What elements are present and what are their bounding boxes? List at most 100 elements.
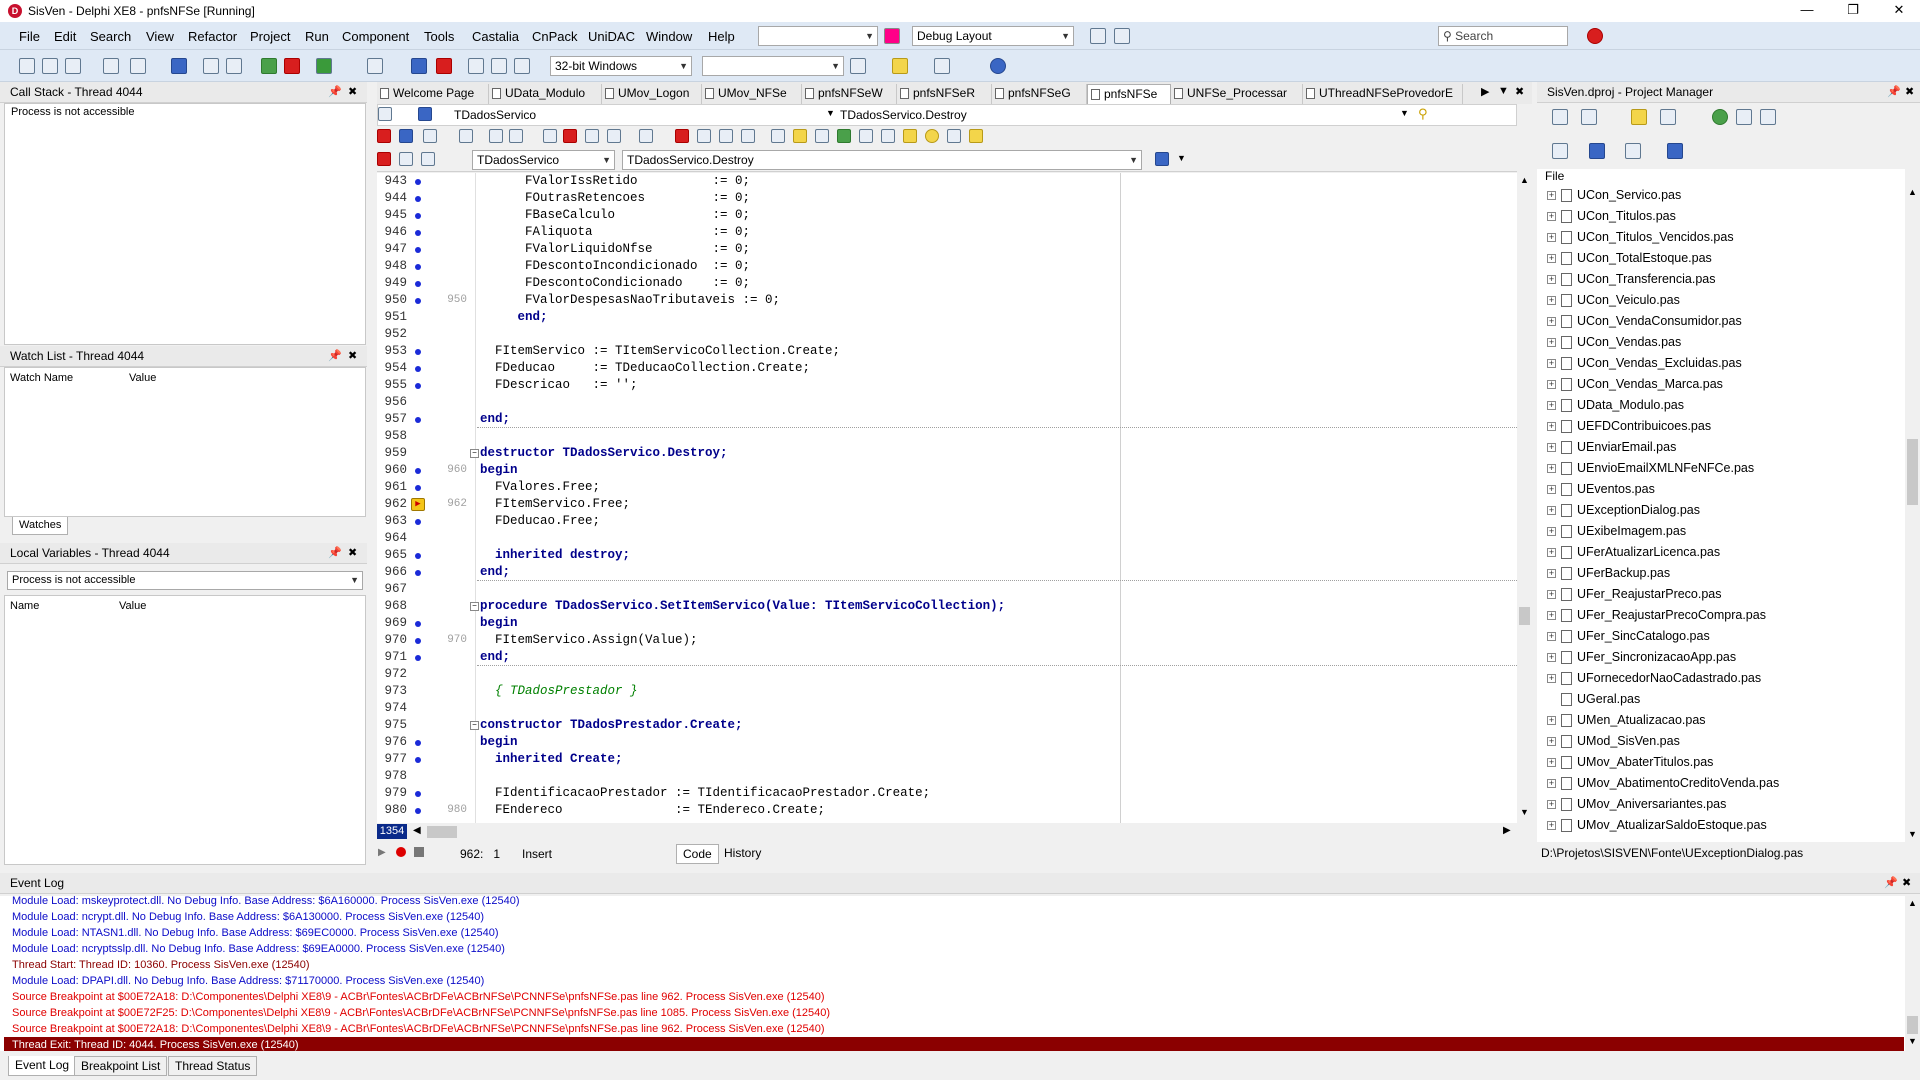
value-column[interactable]: Value <box>119 600 146 612</box>
tools-icon[interactable] <box>859 129 873 143</box>
step-icon[interactable] <box>697 129 711 143</box>
pin-icon[interactable]: 📌 <box>328 543 342 564</box>
app-icon[interactable]: D <box>8 4 22 18</box>
breakpoint-dot-icon[interactable] <box>415 570 421 576</box>
menu-tools[interactable]: Tools <box>424 29 454 44</box>
tree-item[interactable]: + UMov_AtualizarSaldoEstoque.pas <box>1537 815 1877 836</box>
stop-icon[interactable] <box>675 129 689 143</box>
breakpoint-dot-icon[interactable] <box>415 468 421 474</box>
code-line[interactable]: 945 FBaseCalculo := 0; <box>377 207 1517 224</box>
search-input[interactable]: ⚲ Search <box>1438 26 1568 46</box>
stop-icon[interactable] <box>414 847 424 857</box>
refresh-icon[interactable] <box>1712 109 1728 125</box>
expand-icon[interactable]: + <box>1547 275 1556 284</box>
options-icon[interactable] <box>1667 143 1683 159</box>
tree-item[interactable]: + UFornecedorNaoCadastrado.pas <box>1537 668 1877 689</box>
breakpoint-dot-icon[interactable] <box>415 621 421 627</box>
code-line[interactable]: 948 FDescontoIncondicionado := 0; <box>377 258 1517 275</box>
fold-toggle-icon[interactable]: − <box>470 449 479 458</box>
chevron-down-icon[interactable]: ▼ <box>826 108 835 118</box>
tree-scrollbar[interactable]: ▲ ▼ <box>1905 169 1920 842</box>
expand-icon[interactable]: + <box>1547 590 1556 599</box>
editor-horizontal-scrollbar[interactable]: 1354 ◀ ▶ <box>377 823 1532 841</box>
tree-item[interactable]: + UFer_ReajustarPreco.pas <box>1537 584 1877 605</box>
watch-list-panel[interactable]: Watch Name Value <box>4 367 366 517</box>
bookmark-icon[interactable] <box>771 129 785 143</box>
breakpoint-dot-icon[interactable] <box>415 485 421 491</box>
breakpoint-dot-icon[interactable] <box>415 791 421 797</box>
tab-event-log[interactable]: Event Log <box>8 1056 77 1076</box>
run-icon[interactable] <box>316 58 332 74</box>
code-line[interactable]: 978 <box>377 768 1517 785</box>
expand-icon[interactable]: + <box>1547 191 1556 200</box>
chevron-down-icon[interactable]: ▼ <box>1520 807 1529 817</box>
tree-item[interactable]: + UCon_Veiculo.pas <box>1537 290 1877 311</box>
save-all-icon[interactable] <box>509 129 523 143</box>
breakpoint-dot-icon[interactable] <box>415 757 421 763</box>
scope-method[interactable]: TDadosServico.Destroy <box>840 108 967 122</box>
reset-icon[interactable] <box>436 58 452 74</box>
tree-item[interactable]: + UMod_SisVen.pas <box>1537 731 1877 752</box>
code-line[interactable]: 972 <box>377 666 1517 683</box>
expand-icon[interactable]: + <box>1547 380 1556 389</box>
fold-toggle-icon[interactable]: − <box>470 721 479 730</box>
breakpoint-dot-icon[interactable] <box>415 247 421 253</box>
breakpoint-dot-icon[interactable] <box>415 196 421 202</box>
chevron-left-icon[interactable]: ◀ <box>413 825 421 836</box>
menu-help[interactable]: Help <box>708 29 735 44</box>
scroll-thumb[interactable] <box>1907 1016 1918 1034</box>
menu-view[interactable]: View <box>146 29 174 44</box>
debug-desktop-icon[interactable] <box>1114 28 1130 44</box>
code-line[interactable]: 943 FValorIssRetido := 0; <box>377 173 1517 190</box>
tree-item[interactable]: + UExibeImagem.pas <box>1537 521 1877 542</box>
open-project-icon[interactable] <box>130 58 146 74</box>
step-icon[interactable] <box>719 129 733 143</box>
expand-icon[interactable]: + <box>1547 821 1556 830</box>
chevron-up-icon[interactable]: ▲ <box>1908 187 1917 197</box>
expand-icon[interactable]: + <box>1547 296 1556 305</box>
expand-icon[interactable]: + <box>1547 569 1556 578</box>
close-icon[interactable]: ✖ <box>1905 82 1914 103</box>
tree-item[interactable]: + UFer_SincCatalogo.pas <box>1537 626 1877 647</box>
log-row[interactable]: Source Breakpoint at $00E72A18: D:\Compo… <box>12 989 825 1005</box>
code-editor[interactable]: 943 FValorIssRetido := 0; 944 FOutrasRete… <box>377 173 1517 823</box>
code-line[interactable]: 951 end; <box>377 309 1517 326</box>
remove-icon[interactable] <box>563 129 577 143</box>
watch-name-column[interactable]: Watch Name <box>10 372 73 384</box>
breakpoint-dot-icon[interactable] <box>415 638 421 644</box>
project-tree[interactable]: File + UCon_Servico.pas + UCon_Titulos.pas +… <box>1537 169 1905 842</box>
code-line[interactable]: 980 980 FEndereco := TEndereco.Create; <box>377 802 1517 819</box>
chevron-down-icon[interactable]: ▼ <box>1177 153 1186 163</box>
code-line[interactable]: 966 end; <box>377 564 1517 581</box>
code-line[interactable]: 977 inherited Create; <box>377 751 1517 768</box>
expand-icon[interactable]: + <box>1547 611 1556 620</box>
expand-icon[interactable]: + <box>1547 233 1556 242</box>
code-line[interactable]: 958 <box>377 428 1517 445</box>
expand-icon[interactable]: + <box>1547 212 1556 221</box>
chevron-up-icon[interactable]: ▲ <box>1520 175 1529 185</box>
breakpoint-dot-icon[interactable] <box>415 179 421 185</box>
scroll-thumb[interactable] <box>427 826 457 838</box>
expand-icon[interactable]: + <box>1547 779 1556 788</box>
menu-castalia[interactable]: Castalia <box>472 29 519 44</box>
tree-item[interactable]: + UMen_Atualizacao.pas <box>1537 710 1877 731</box>
menu-unidac[interactable]: UniDAC <box>588 29 635 44</box>
tab-udata-modulo[interactable]: UData_Modulo <box>489 84 602 104</box>
tree-item[interactable]: + UFer_SincronizacaoApp.pas <box>1537 647 1877 668</box>
search-icon[interactable]: ⚲ <box>1418 106 1428 122</box>
breakpoint-dot-icon[interactable] <box>415 655 421 661</box>
code-line[interactable]: 965 inherited destroy; <box>377 547 1517 564</box>
expand-icon[interactable]: + <box>1547 632 1556 641</box>
code-line[interactable]: 960 960 begin <box>377 462 1517 479</box>
expand-icon[interactable]: + <box>1547 464 1556 473</box>
tree-item[interactable]: + UCon_Titulos.pas <box>1537 206 1877 227</box>
tab-history[interactable]: History <box>718 844 767 864</box>
folder-icon[interactable] <box>1631 109 1647 125</box>
tree-item[interactable]: + UCon_Transferencia.pas <box>1537 269 1877 290</box>
execution-point-icon[interactable]: ▶ <box>411 498 425 511</box>
code-line[interactable]: 971 end; <box>377 649 1517 666</box>
method-combo[interactable]: TDadosServico.Destroy ▼ <box>622 150 1142 170</box>
tab-thread-status[interactable]: Thread Status <box>168 1056 258 1076</box>
new-unit-icon[interactable] <box>65 58 81 74</box>
tree-item[interactable]: + UMov_AbatimentoCreditoVenda.pas <box>1537 773 1877 794</box>
